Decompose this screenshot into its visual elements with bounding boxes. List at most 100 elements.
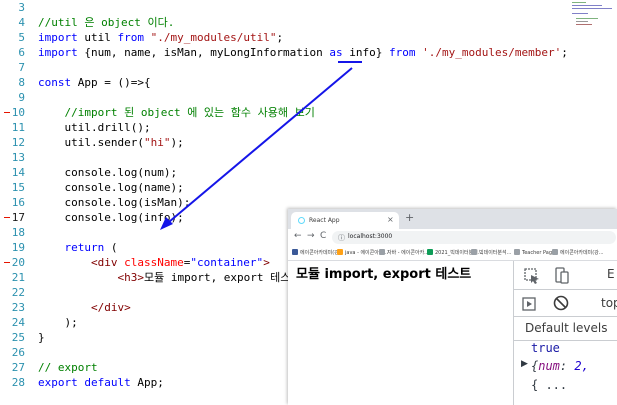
- code-token: 모듈 import, export 테스: [143, 271, 291, 284]
- code-token: ;: [276, 31, 284, 44]
- line-number: 8: [18, 76, 25, 89]
- forward-icon[interactable]: →: [307, 231, 315, 241]
- code-token: from: [389, 46, 416, 59]
- code-token: util.sender(: [38, 136, 144, 149]
- code-line[interactable]: console.log(name);: [38, 180, 183, 195]
- line-number: 15: [11, 181, 25, 194]
- line-number: 13: [11, 151, 25, 164]
- line-number: 25: [11, 331, 25, 344]
- code-line[interactable]: //util 은 object 이다.: [38, 15, 174, 30]
- code-line[interactable]: const App = ()=>{: [38, 75, 151, 90]
- address-bar[interactable]: ⓘ localhost:3000: [332, 231, 616, 244]
- minimap[interactable]: [572, 0, 617, 30]
- line-number: 24: [11, 316, 25, 329]
- code-token: </div>: [38, 301, 131, 314]
- bookmark-item[interactable]: Teacher Page: [514, 249, 555, 256]
- new-tab-button[interactable]: +: [405, 211, 414, 224]
- code-line[interactable]: </div>: [38, 300, 131, 315]
- code-token: (: [104, 241, 118, 254]
- close-icon[interactable]: ×: [387, 215, 394, 224]
- breakpoint-marker[interactable]: [4, 217, 10, 218]
- code-token: util.drill();: [38, 121, 151, 134]
- code-line[interactable]: <div className="container">: [38, 255, 270, 270]
- expand-arrow-icon[interactable]: ▶: [521, 359, 528, 369]
- console-output-object[interactable]: {num: 2,: [531, 359, 589, 373]
- code-line[interactable]: }: [38, 330, 45, 345]
- line-number: 28: [11, 376, 25, 389]
- code-token: util: [77, 31, 118, 44]
- console-output-true: true: [531, 341, 560, 355]
- bookmark-favicon-icon: [514, 249, 520, 255]
- context-selector[interactable]: top: [601, 296, 617, 310]
- line-number: 23: [11, 301, 25, 314]
- code-token: from: [117, 31, 145, 44]
- log-levels-dropdown[interactable]: Default levels: [525, 321, 607, 335]
- line-number: 14: [11, 166, 25, 179]
- bookmark-item[interactable]: 자바 - 에이콘아카...: [379, 249, 429, 256]
- bookmark-favicon-icon: [379, 249, 385, 255]
- code-token: {num, name, isMan, myLongInformation: [77, 46, 330, 59]
- clear-console-icon[interactable]: [553, 295, 569, 315]
- code-line[interactable]: console.log(isMan);: [38, 195, 190, 210]
- code-token: <div: [38, 256, 125, 269]
- code-token: info}: [342, 46, 390, 59]
- devtools-panel[interactable]: E top Default levels true ▶ {num: 2, { .…: [513, 261, 617, 405]
- line-number: 4: [18, 16, 25, 29]
- inspect-element-icon[interactable]: [524, 268, 540, 288]
- code-token: //util 은 object 이다.: [38, 16, 175, 29]
- code-token: "hi": [143, 136, 171, 149]
- page-heading: 모듈 import, export 테스트: [296, 267, 472, 282]
- url-text[interactable]: localhost:3000: [348, 233, 392, 240]
- tab-react-app[interactable]: React App ×: [291, 212, 399, 229]
- code-token: return: [64, 241, 105, 254]
- code-line[interactable]: util.drill();: [38, 120, 151, 135]
- code-line[interactable]: <h3>모듈 import, export 테스: [38, 270, 290, 285]
- breakpoint-marker[interactable]: [4, 262, 10, 263]
- reload-icon[interactable]: C: [320, 231, 326, 241]
- device-toolbar-icon[interactable]: [555, 267, 569, 288]
- bookmark-favicon-icon: [471, 249, 477, 255]
- elements-tab[interactable]: E: [607, 267, 615, 281]
- browser-window[interactable]: React App × + ← → C ⓘ localhost:3000 에이콘…: [288, 209, 617, 405]
- code-line[interactable]: import util from "./my_modules/util";: [38, 30, 283, 45]
- code-line[interactable]: console.log(num);: [38, 165, 177, 180]
- line-number: 27: [11, 361, 25, 374]
- line-number: 11: [11, 121, 25, 134]
- object-value: 2,: [574, 359, 589, 373]
- code-token: <h3>: [38, 271, 144, 284]
- code-line[interactable]: export default App;: [38, 375, 164, 390]
- code-token: ;: [561, 46, 568, 59]
- sidebar-toggle-icon[interactable]: [522, 296, 536, 315]
- code-line[interactable]: console.log(info);: [38, 210, 183, 225]
- line-number: 5: [18, 31, 25, 44]
- bookmark-favicon-icon: [337, 249, 343, 255]
- console-toolbar: top: [514, 290, 617, 317]
- back-icon[interactable]: ←: [294, 231, 302, 241]
- bookmark-favicon-icon: [552, 249, 558, 255]
- code-line[interactable]: import {num, name, isMan, myLongInformat…: [38, 45, 568, 60]
- code-line[interactable]: );: [38, 315, 77, 330]
- code-line[interactable]: // export: [38, 360, 98, 375]
- code-line[interactable]: return (: [38, 240, 118, 255]
- code-token: //import 된 object 에 있는 함수 사용해 보기: [38, 106, 315, 119]
- bookmark-favicon-icon: [427, 249, 433, 255]
- code-token: "container": [190, 256, 264, 269]
- page-content: 모듈 import, export 테스트: [288, 261, 513, 405]
- breakpoint-marker[interactable]: [4, 112, 10, 113]
- code-line[interactable]: util.sender("hi");: [38, 135, 184, 150]
- code-token: );: [170, 136, 184, 149]
- bookmark-label: 빅데이터분석...: [479, 250, 512, 256]
- line-gutter: 3 4 5 6 7 8 9 10 11 12 13 14 15 16 17 18 19 20 21 22 23 24 25 2…: [0, 0, 30, 405]
- code-token: >: [263, 256, 270, 269]
- bookmark-item[interactable]: 에이콘아카데미(강...: [292, 249, 344, 256]
- bookmark-item[interactable]: 빅데이터분석...: [471, 249, 511, 256]
- bookmark-item[interactable]: 에이콘아카데미(강...: [552, 249, 604, 256]
- line-number: 12: [11, 136, 25, 149]
- info-icon[interactable]: ⓘ: [338, 233, 345, 243]
- react-icon: [298, 217, 305, 224]
- code-line[interactable]: //import 된 object 에 있는 함수 사용해 보기: [38, 105, 315, 120]
- console-output-next: { ...: [531, 378, 568, 392]
- code-token: as: [329, 46, 343, 59]
